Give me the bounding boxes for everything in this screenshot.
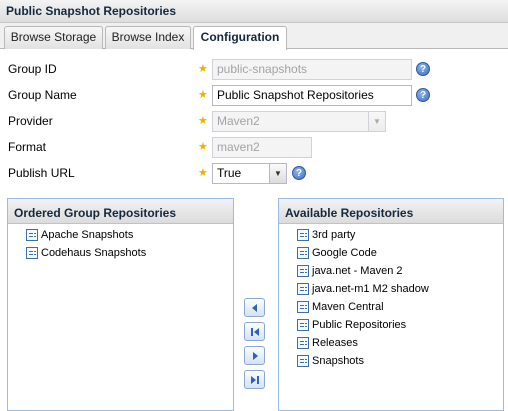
list-item[interactable]: Snapshots: [279, 352, 503, 370]
repository-icon: [297, 229, 309, 241]
format-field: maven2: [212, 137, 312, 158]
repository-name: java.net - Maven 2: [312, 265, 403, 277]
required-star-icon: ★: [198, 141, 208, 153]
publish-url-row: Publish URL ★ True ▼ ?: [0, 161, 508, 185]
repository-name: 3rd party: [312, 229, 356, 241]
format-label: Format: [8, 140, 47, 154]
publish-url-select[interactable]: True: [212, 163, 270, 184]
list-item[interactable]: java.net-m1 M2 shadow: [279, 280, 503, 298]
publish-url-label: Publish URL: [8, 166, 75, 180]
repository-icon: [297, 355, 309, 367]
move-last-button[interactable]: [244, 370, 265, 389]
list-item[interactable]: Releases: [279, 334, 503, 352]
provider-label: Provider: [8, 114, 53, 128]
arrow-right-icon: [252, 351, 258, 360]
group-id-field: public-snapshots: [212, 59, 412, 80]
move-first-button[interactable]: [244, 322, 265, 341]
required-star-icon: ★: [198, 115, 208, 127]
group-name-field[interactable]: Public Snapshot Repositories: [212, 85, 412, 106]
repository-name: Public Repositories: [312, 319, 407, 331]
list-item[interactable]: Apache Snapshots: [8, 226, 233, 244]
repository-icon: [297, 319, 309, 331]
required-star-icon: ★: [198, 63, 208, 75]
chevron-down-icon[interactable]: ▼: [270, 163, 287, 184]
required-star-icon: ★: [198, 167, 208, 179]
panel-title: Public Snapshot Repositories: [6, 4, 177, 18]
list-item[interactable]: java.net - Maven 2: [279, 262, 503, 280]
move-left-button[interactable]: [244, 298, 265, 317]
panel-header: Public Snapshot Repositories: [0, 0, 508, 23]
arrow-first-icon: [250, 327, 259, 336]
repository-icon: [297, 265, 309, 277]
tab-strip: Browse Storage Browse Index Configuratio…: [0, 23, 508, 50]
list-item[interactable]: 3rd party: [279, 226, 503, 244]
help-icon[interactable]: ?: [292, 166, 306, 180]
help-icon[interactable]: ?: [416, 62, 430, 76]
provider-select: Maven2: [212, 111, 369, 132]
repository-name: Apache Snapshots: [41, 229, 134, 241]
list-item[interactable]: Maven Central: [279, 298, 503, 316]
list-item[interactable]: Google Code: [279, 244, 503, 262]
repository-icon: [297, 337, 309, 349]
available-repositories-list: 3rd party Google Code java.net - Maven 2…: [279, 224, 503, 370]
help-icon[interactable]: ?: [416, 88, 430, 102]
ordered-repositories-list: Apache Snapshots Codehaus Snapshots: [8, 224, 233, 262]
repository-icon: [297, 247, 309, 259]
repository-name: Releases: [312, 337, 358, 349]
ordered-repositories-panel: Ordered Group Repositories Apache Snapsh…: [7, 198, 234, 411]
list-item[interactable]: Codehaus Snapshots: [8, 244, 233, 262]
tab-browse-index[interactable]: Browse Index: [105, 26, 191, 49]
group-name-row: Group Name ★ Public Snapshot Repositorie…: [0, 83, 508, 107]
group-id-label: Group ID: [8, 62, 57, 76]
repository-name: Snapshots: [312, 355, 364, 367]
configuration-form: Group ID ★ public-snapshots ? Group Name…: [0, 50, 508, 195]
ordered-repositories-header: Ordered Group Repositories: [8, 199, 233, 224]
chevron-down-icon: ▼: [369, 111, 386, 132]
repository-name: java.net-m1 M2 shadow: [312, 283, 429, 295]
repository-icon: [297, 301, 309, 313]
move-right-button[interactable]: [244, 346, 265, 365]
list-item[interactable]: Public Repositories: [279, 316, 503, 334]
repository-name: Maven Central: [312, 301, 384, 313]
tab-configuration[interactable]: Configuration: [193, 26, 287, 50]
repository-name: Codehaus Snapshots: [41, 247, 147, 259]
required-star-icon: ★: [198, 89, 208, 101]
group-name-label: Group Name: [8, 88, 77, 102]
available-repositories-panel: Available Repositories 3rd party Google …: [278, 198, 504, 411]
format-row: Format ★ maven2: [0, 135, 508, 159]
arrow-left-icon: [251, 303, 257, 312]
group-id-row: Group ID ★ public-snapshots ?: [0, 57, 508, 81]
repository-icon: [26, 247, 38, 259]
tab-browse-storage[interactable]: Browse Storage: [4, 26, 103, 49]
arrow-last-icon: [250, 375, 259, 384]
available-repositories-header: Available Repositories: [279, 199, 503, 224]
provider-row: Provider ★ Maven2 ▼: [0, 109, 508, 133]
repository-name: Google Code: [312, 247, 377, 259]
repository-icon: [26, 229, 38, 241]
repository-icon: [297, 283, 309, 295]
